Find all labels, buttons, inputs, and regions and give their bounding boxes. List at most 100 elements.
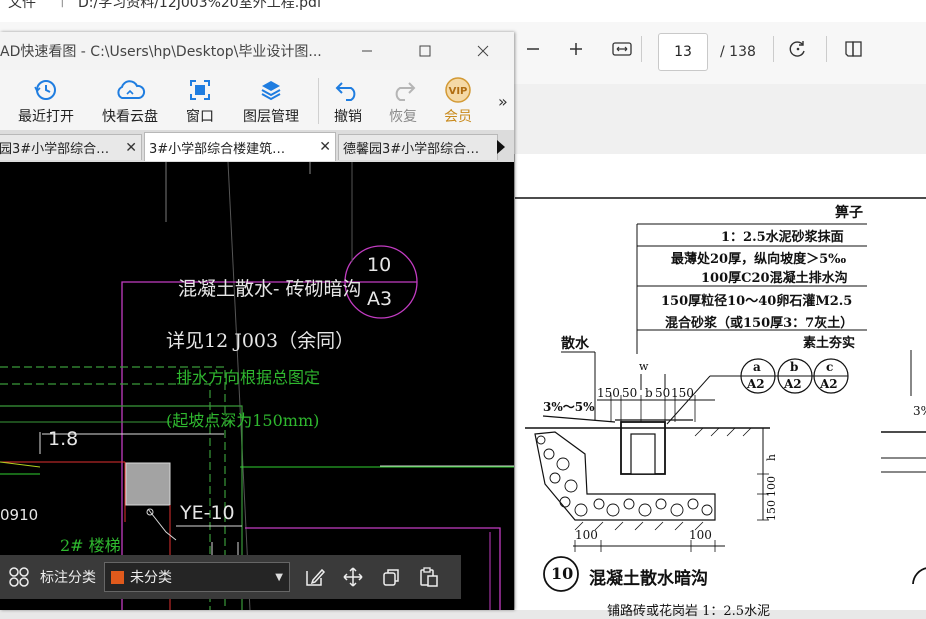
cloud-icon bbox=[98, 76, 162, 104]
cad-label-ye: YE-10 bbox=[180, 502, 235, 524]
vip-button[interactable]: VIP 会员 bbox=[426, 76, 490, 126]
cloud-button[interactable]: 快看云盘 bbox=[98, 76, 162, 126]
cad-drawing-canvas[interactable]: 混凝土散水- 砖砌暗沟 详见12 J003（余同） 排水方向根据总图定 (起坡点… bbox=[0, 162, 514, 610]
annotation-category-select[interactable]: 未分类 ▼ bbox=[104, 562, 290, 592]
cad-note-ref: 详见12 J003（余同） bbox=[166, 330, 355, 352]
category-color-swatch bbox=[111, 570, 124, 584]
vip-icon: VIP bbox=[426, 76, 490, 104]
layer-label: 100厚C20混凝土排水沟 bbox=[701, 271, 848, 286]
tab-scroll-right-icon[interactable] bbox=[497, 140, 505, 154]
file-tab-active[interactable]: 3#小学部综合楼建筑… ✕ bbox=[144, 132, 336, 161]
cad-note-title: 混凝土散水- 砖砌暗沟 bbox=[178, 278, 362, 300]
grid-menu-icon[interactable] bbox=[4, 562, 34, 592]
cad-label-0910: 0910 bbox=[0, 506, 39, 524]
toolbar-divider bbox=[773, 36, 774, 62]
chevron-down-icon: ▼ bbox=[275, 571, 283, 583]
zoom-out-icon[interactable] bbox=[518, 34, 548, 64]
layer-label-grate: 箅子 bbox=[835, 205, 863, 221]
cad-circle-top: 10 bbox=[367, 254, 392, 276]
page-number-input[interactable] bbox=[658, 33, 708, 71]
paste-icon[interactable] bbox=[414, 562, 444, 592]
layer-manage-button[interactable]: 图层管理 bbox=[239, 76, 303, 126]
detail-title: 混凝土散水暗沟 bbox=[589, 569, 708, 589]
dim-h: h bbox=[765, 454, 778, 462]
file-tab-label: 德馨园3#小学部综合… bbox=[343, 142, 480, 157]
close-tab-icon[interactable]: ✕ bbox=[315, 139, 331, 155]
cad-circle-bottom: A3 bbox=[367, 288, 393, 310]
dim-label: 150 bbox=[671, 386, 694, 400]
callout-ref: A2 bbox=[784, 377, 802, 391]
clock-icon bbox=[14, 76, 78, 104]
annotation-category-value: 未分类 bbox=[130, 570, 172, 586]
toolbar-more-button[interactable]: » bbox=[498, 92, 508, 111]
file-tab-label: 园3#小学部综合… bbox=[0, 142, 110, 157]
title-divider: | bbox=[60, 0, 65, 8]
partial-slope: 3% bbox=[913, 404, 926, 418]
detail-number: 10 bbox=[551, 564, 574, 583]
close-tab-icon[interactable]: ✕ bbox=[121, 140, 137, 156]
dim-bottom: 100 bbox=[575, 528, 598, 542]
file-tab[interactable]: 园3#小学部综合… ✕ bbox=[0, 134, 142, 160]
callout-a: a bbox=[753, 360, 761, 374]
page-total: / 138 bbox=[720, 44, 756, 60]
slope-label: 3%～5% bbox=[543, 400, 595, 414]
svg-text:VIP: VIP bbox=[449, 86, 468, 97]
pdf-title-prefix: 文件 bbox=[8, 0, 36, 11]
dim-label: 150 bbox=[597, 386, 620, 400]
rotate-icon[interactable] bbox=[783, 34, 813, 64]
cad-window-title: AD快速看图 - C:\Users\hp\Desktop\毕业设计图... bbox=[0, 44, 322, 60]
dim-100: 100 bbox=[765, 476, 778, 497]
callout-b: b bbox=[790, 360, 799, 374]
file-tab[interactable]: 德馨园3#小学部综合… bbox=[338, 134, 498, 160]
toolbar-divider bbox=[826, 36, 827, 62]
recent-open-label: 最近打开 bbox=[18, 109, 74, 125]
cad-label-stairs: 2# 楼梯 bbox=[60, 536, 121, 555]
fit-width-icon[interactable] bbox=[607, 34, 637, 64]
cad-titlebar[interactable]: AD快速看图 - C:\Users\hp\Desktop\毕业设计图... bbox=[0, 32, 514, 70]
file-tabs: 园3#小学部综合… ✕ 3#小学部综合楼建筑… ✕ 德馨园3#小学部综合… bbox=[0, 130, 514, 163]
cad-viewer-window: AD快速看图 - C:\Users\hp\Desktop\毕业设计图... 最近… bbox=[0, 32, 514, 610]
pdf-titlebar: 文件 | D:/学习资料/12J003%20室外工程.pdf bbox=[0, 0, 926, 23]
dim-label: b bbox=[645, 386, 653, 400]
layer-label: 1：2.5水泥砂浆抹面 bbox=[721, 230, 844, 245]
layer-manage-label: 图层管理 bbox=[243, 109, 299, 125]
layer-label: 150厚粒径10～40卵石灌M2.5 bbox=[661, 294, 853, 309]
callout-ref: A2 bbox=[747, 377, 765, 391]
scatter-label: 散水 bbox=[561, 336, 589, 352]
callout-c: c bbox=[826, 360, 834, 374]
recent-open-button[interactable]: 最近打开 bbox=[14, 76, 78, 126]
cad-note-line2: (起坡点深为150mm) bbox=[166, 411, 320, 430]
layer-label: 最薄处20厚，纵向坡度＞5‰ bbox=[671, 252, 847, 267]
minimize-icon[interactable] bbox=[352, 36, 382, 66]
annotation-category-label: 标注分类 bbox=[40, 570, 96, 586]
window-icon bbox=[168, 76, 232, 104]
pdf-path: D:/学习资料/12J003%20室外工程.pdf bbox=[78, 0, 322, 11]
toolbar-divider bbox=[641, 36, 642, 62]
maximize-icon[interactable] bbox=[410, 36, 440, 66]
w-label: w bbox=[639, 360, 649, 373]
window-button[interactable]: 窗口 bbox=[168, 76, 232, 126]
two-page-icon[interactable] bbox=[838, 34, 868, 64]
file-tab-label: 3#小学部综合楼建筑… bbox=[149, 141, 286, 157]
zoom-in-icon[interactable] bbox=[561, 34, 591, 64]
cad-toolbar: 最近打开 快看云盘 窗口 图层管理 撤销 恢复 VIP 会员 » bbox=[0, 70, 514, 131]
vip-label: 会员 bbox=[444, 109, 472, 125]
cloud-label: 快看云盘 bbox=[102, 109, 158, 125]
cad-dim-18: 1.8 bbox=[48, 428, 79, 450]
dim-150: 150 bbox=[765, 500, 778, 521]
layer-label: 素土夯实 bbox=[803, 336, 856, 351]
edit-icon[interactable] bbox=[300, 562, 330, 592]
close-icon[interactable] bbox=[468, 36, 498, 66]
layers-icon bbox=[239, 76, 303, 104]
dim-label: 50 bbox=[655, 386, 671, 400]
move-icon[interactable] bbox=[338, 562, 368, 592]
copy-icon[interactable] bbox=[376, 562, 406, 592]
pdf-page[interactable]: 箅子 1：2.5水泥砂浆抹面 最薄处20厚，纵向坡度＞5‰ 100厚C20混凝土… bbox=[514, 154, 926, 619]
dim-label: 50 bbox=[622, 386, 638, 400]
annotation-bar: 标注分类 未分类 ▼ bbox=[0, 555, 461, 599]
window-label: 窗口 bbox=[186, 109, 214, 125]
pdf-gray-band bbox=[514, 84, 926, 154]
layer-label: 混合砂浆（或150厚3：7灰土） bbox=[665, 316, 854, 331]
cad-note-line1: 排水方向根据总图定 bbox=[176, 368, 321, 387]
dim-bottom: 100 bbox=[689, 528, 712, 542]
